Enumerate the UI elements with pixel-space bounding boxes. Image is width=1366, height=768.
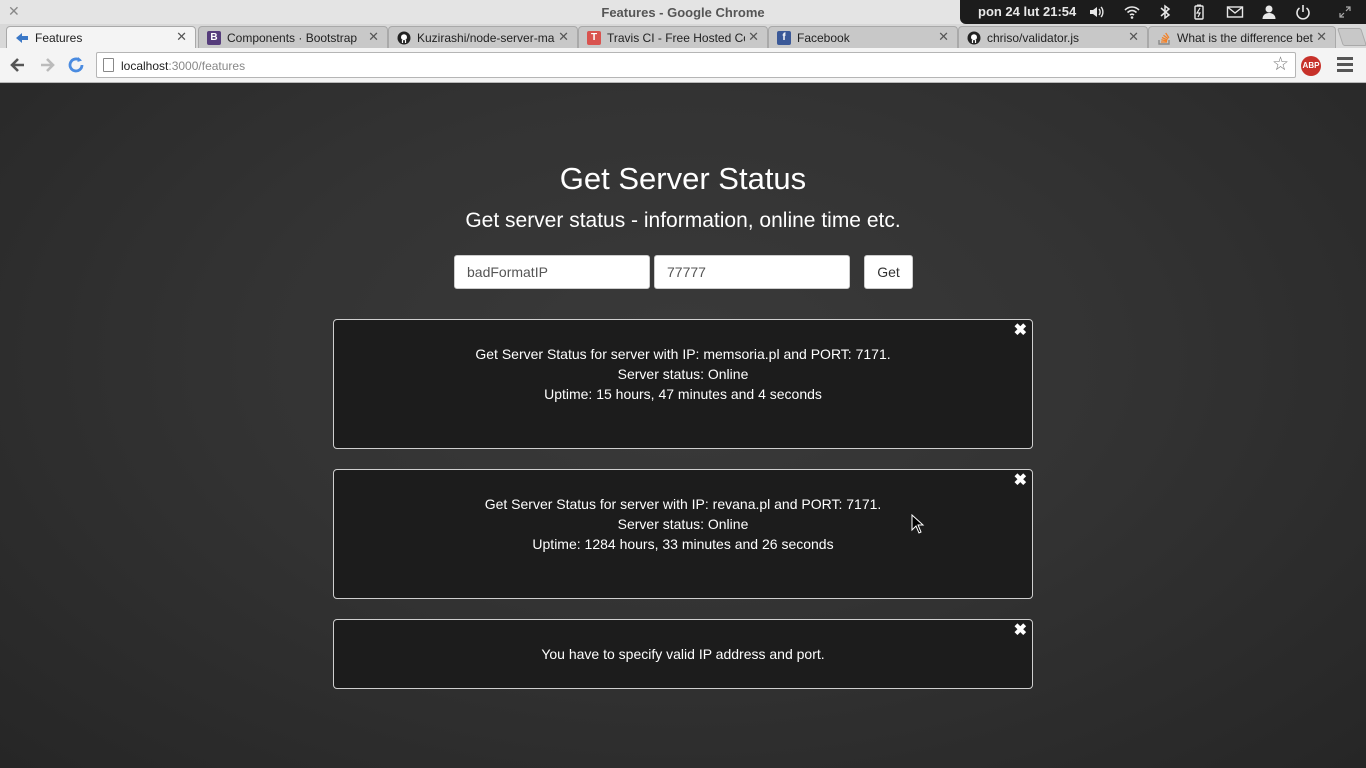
mail-icon[interactable]: [1226, 3, 1244, 21]
tab-github-node-server[interactable]: Kuzirashi/node-server-ma ✕: [388, 26, 578, 48]
tab-close-icon[interactable]: ✕: [558, 30, 569, 44]
back-button[interactable]: [7, 54, 29, 76]
github-icon: [397, 31, 411, 45]
result-line: Server status: Online: [617, 366, 749, 382]
result-line: Server status: Online: [617, 516, 749, 532]
power-icon[interactable]: [1294, 3, 1312, 21]
window-titlebar: ✕ Features - Google Chrome pon 24 lut 21…: [0, 0, 1366, 24]
result-card: ✖ Get Server Status for server with IP: …: [333, 469, 1033, 599]
reload-button[interactable]: [65, 54, 87, 76]
page-content: Get Server Status Get server status - in…: [0, 84, 1366, 768]
error-card: ✖ You have to specify valid IP address a…: [333, 619, 1033, 689]
mouse-cursor-icon: [911, 514, 925, 534]
tab-label: Facebook: [797, 31, 850, 45]
travis-icon: T: [587, 31, 601, 45]
result-line: Get Server Status for server with IP: re…: [484, 496, 882, 512]
tab-label: Features: [35, 31, 83, 45]
result-line: Uptime: 15 hours, 47 minutes and 4 secon…: [544, 386, 822, 402]
browser-toolbar: localhost:3000/features ☆ ABP: [0, 48, 1366, 83]
forward-button[interactable]: [36, 54, 58, 76]
github-icon: [967, 31, 981, 45]
tab-facebook[interactable]: f Facebook ✕: [768, 26, 958, 48]
wifi-icon[interactable]: [1123, 3, 1141, 21]
result-line: Uptime: 1284 hours, 33 minutes and 26 se…: [532, 536, 834, 552]
url-host: localhost: [121, 59, 169, 73]
tab-github-validator[interactable]: chriso/validator.js ✕: [958, 26, 1148, 48]
window-restore-icon[interactable]: [1336, 3, 1354, 21]
tab-features[interactable]: Features ✕: [6, 26, 196, 49]
tab-label: Travis CI - Free Hosted Co: [607, 31, 745, 45]
ip-input[interactable]: [454, 255, 650, 289]
adblock-plus-icon[interactable]: ABP: [1301, 56, 1321, 76]
tab-close-icon[interactable]: ✕: [1128, 30, 1139, 44]
get-button[interactable]: Get: [864, 255, 913, 289]
tab-strip: Features ✕ B Components · Bootstrap ✕ Ku…: [0, 24, 1366, 49]
volume-icon[interactable]: [1088, 3, 1106, 21]
tab-bootstrap[interactable]: B Components · Bootstrap ✕: [198, 26, 388, 48]
user-icon[interactable]: [1260, 3, 1278, 21]
chrome-menu-icon[interactable]: [1337, 57, 1353, 73]
tab-close-icon[interactable]: ✕: [1316, 30, 1327, 44]
tab-close-icon[interactable]: ✕: [748, 30, 759, 44]
system-tray: pon 24 lut 21:54: [960, 0, 1366, 24]
close-icon[interactable]: ✖: [1014, 472, 1027, 490]
tab-label: Components · Bootstrap: [227, 31, 358, 45]
url-path: :3000/features: [168, 59, 246, 73]
error-message: You have to specify valid IP address and…: [541, 646, 825, 662]
tab-close-icon[interactable]: ✕: [368, 30, 379, 44]
system-clock[interactable]: pon 24 lut 21:54: [978, 4, 1076, 19]
result-line: Get Server Status for server with IP: me…: [475, 346, 891, 362]
new-tab-button[interactable]: [1337, 28, 1366, 46]
tab-stackoverflow[interactable]: What is the difference bet ✕: [1148, 26, 1336, 48]
url-text: localhost:3000/features: [121, 59, 245, 73]
tab-label: Kuzirashi/node-server-ma: [417, 31, 555, 45]
tab-close-icon[interactable]: ✕: [938, 30, 949, 44]
address-bar[interactable]: localhost:3000/features ☆: [96, 52, 1296, 78]
page-subtitle: Get server status - information, online …: [465, 209, 901, 232]
stackoverflow-icon: [1157, 31, 1171, 45]
close-icon[interactable]: ✖: [1014, 622, 1027, 640]
result-card: ✖ Get Server Status for server with IP: …: [333, 319, 1033, 449]
tab-close-icon[interactable]: ✕: [176, 30, 187, 44]
chrome-icon: [15, 31, 29, 45]
bluetooth-icon[interactable]: [1156, 3, 1174, 21]
tab-travis-ci[interactable]: T Travis CI - Free Hosted Co ✕: [578, 26, 768, 48]
page-title: Get Server Status: [559, 161, 807, 196]
tab-label: What is the difference bet: [1177, 31, 1313, 45]
bootstrap-icon: B: [207, 31, 221, 45]
port-input[interactable]: [654, 255, 850, 289]
tab-label: chriso/validator.js: [987, 31, 1080, 45]
bookmark-star-icon[interactable]: ☆: [1272, 54, 1289, 76]
close-icon[interactable]: ✖: [1014, 322, 1027, 340]
battery-icon[interactable]: [1190, 3, 1208, 21]
facebook-icon: f: [777, 31, 791, 45]
page-icon: [103, 58, 114, 72]
